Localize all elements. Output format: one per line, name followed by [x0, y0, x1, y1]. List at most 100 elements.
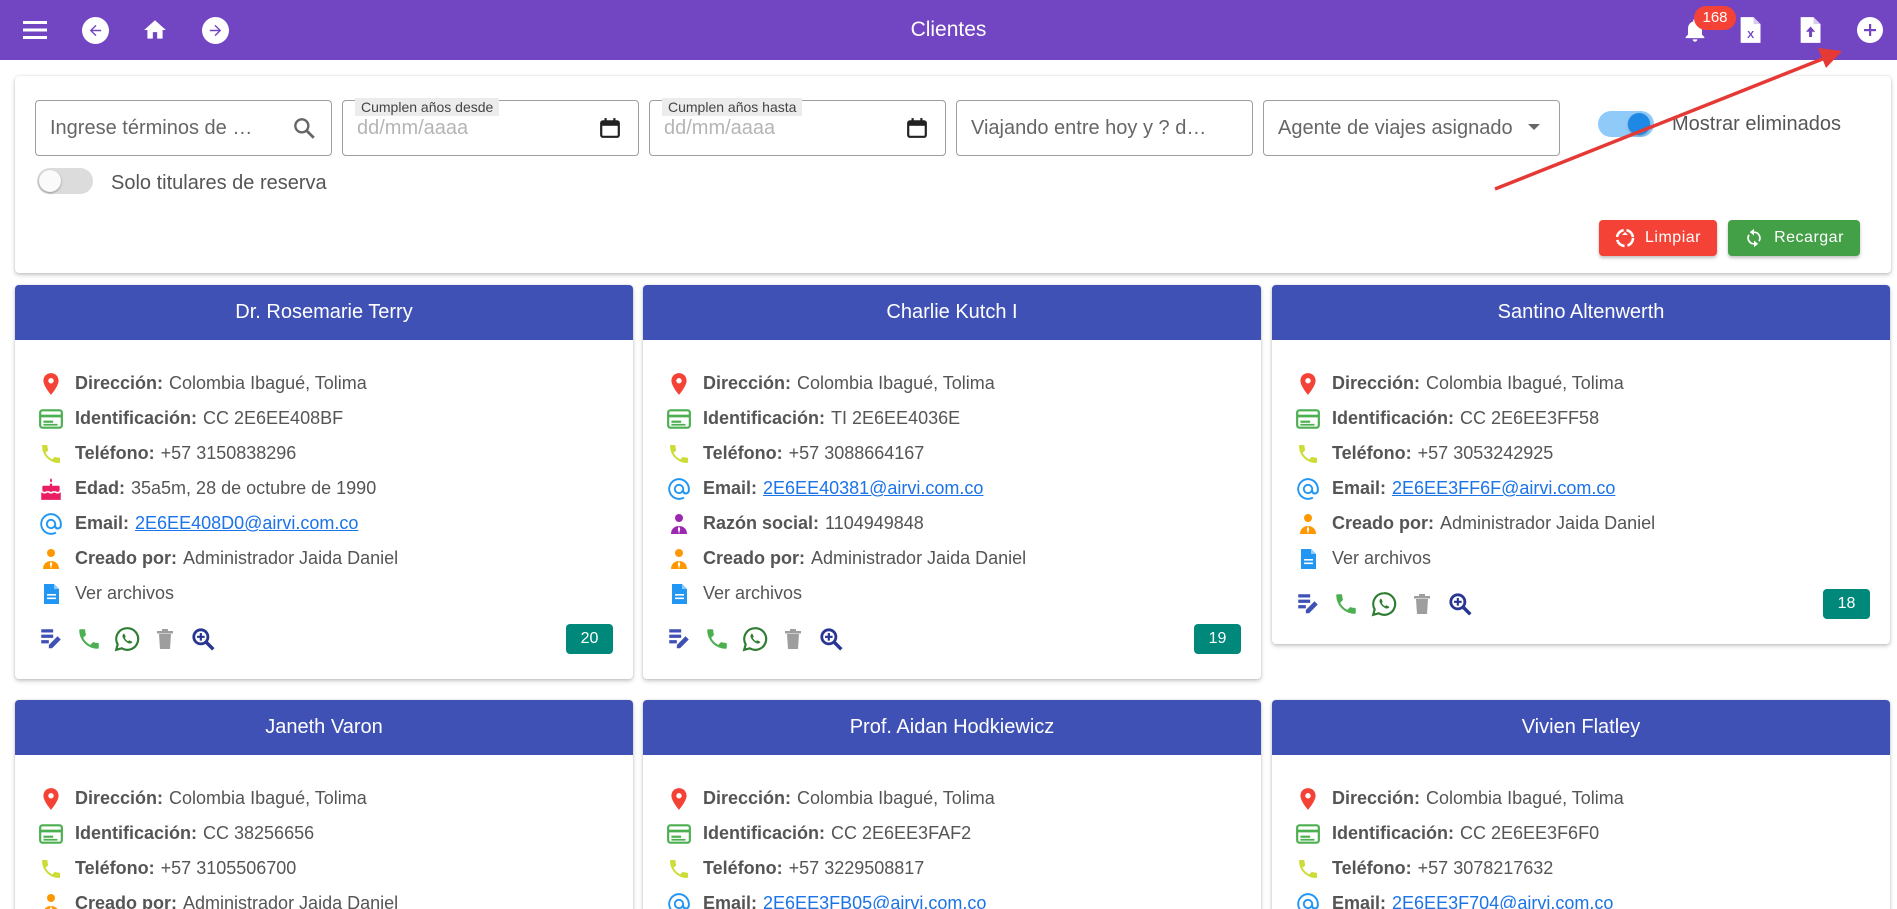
address-row: Dirección: Colombia Ibagué, Tolima [37, 366, 633, 401]
client-card: Janeth Varon Dirección: Colombia Ibagué, … [15, 700, 633, 909]
email-row: Email: 2E6EE40381@airvi.com.co [665, 471, 1261, 506]
phone-row: Teléfono: +57 3105506700 [37, 851, 633, 886]
traveling-days-placeholder: Viajando entre hoy y ? d… [971, 117, 1207, 139]
phone-row: Teléfono: +57 3229508817 [665, 851, 1261, 886]
document-icon [37, 580, 65, 608]
calendar-icon[interactable] [906, 117, 932, 143]
view-files-row[interactable]: Ver archivos [37, 576, 633, 611]
id-row: Identificación: CC 2E6EE3FF58 [1294, 401, 1890, 436]
email-at-icon [1294, 475, 1322, 503]
person-icon [1294, 510, 1322, 538]
add-client-icon[interactable] [1852, 12, 1888, 48]
file-upload-icon[interactable] [1792, 12, 1828, 48]
card-actions: 18 [1294, 584, 1890, 624]
traveling-days-input[interactable]: Viajando entre hoy y ? d… [956, 100, 1253, 156]
clear-button-label: Limpiar [1645, 229, 1701, 246]
calendar-icon[interactable] [599, 117, 625, 143]
birthday-from-placeholder: dd/mm/aaaa [357, 117, 469, 139]
email-link[interactable]: 2E6EE3FB05@airvi.com.co [763, 893, 986, 909]
id-card-icon [37, 820, 65, 848]
phone-row: Teléfono: +57 3088664167 [665, 436, 1261, 471]
zoom-in-icon[interactable] [189, 625, 217, 653]
call-icon[interactable] [703, 625, 731, 653]
edit-icon[interactable] [37, 625, 65, 653]
email-link[interactable]: 2E6EE3FF6F@airvi.com.co [1392, 478, 1615, 499]
card-actions: 20 [37, 619, 633, 659]
show-deleted-toggle[interactable] [1598, 111, 1654, 137]
call-icon[interactable] [75, 625, 103, 653]
back-arrow-icon[interactable] [77, 12, 113, 48]
home-icon[interactable] [137, 12, 173, 48]
created-by-value: Administrador Jaida Daniel [183, 893, 399, 909]
id-card-icon [1294, 405, 1322, 433]
location-pin-icon [37, 785, 65, 813]
id-value: CC 38256656 [203, 823, 315, 843]
address-value: Colombia Ibagué, Tolima [169, 373, 367, 393]
email-at-icon [665, 475, 693, 503]
delete-icon[interactable] [1408, 590, 1436, 618]
notification-count-badge: 168 [1694, 6, 1736, 30]
phone-icon [665, 855, 693, 883]
travel-agent-select[interactable]: Agente de viajes asignado [1263, 100, 1560, 156]
whatsapp-icon[interactable] [1370, 590, 1398, 618]
delete-icon[interactable] [151, 625, 179, 653]
search-icon[interactable] [291, 115, 317, 141]
clear-button[interactable]: Limpiar [1599, 220, 1717, 256]
whatsapp-icon[interactable] [113, 625, 141, 653]
id-value: CC 2E6EE408BF [203, 408, 344, 428]
address-row: Dirección: Colombia Ibagué, Tolima [665, 366, 1261, 401]
whatsapp-icon[interactable] [741, 625, 769, 653]
app-bar: Clientes 168 X [0, 0, 1897, 60]
created-by-row: Creado por: Administrador Jaida Daniel [1294, 506, 1890, 541]
person-icon [37, 545, 65, 573]
id-value: CC 2E6EE3FAF2 [831, 823, 972, 843]
menu-icon[interactable] [17, 12, 53, 48]
only-holders-toggle[interactable] [37, 168, 93, 194]
filter-panel: Ingrese términos de … Cumplen años desde… [15, 76, 1891, 273]
age-value: 35a5m, 28 de octubre de 1990 [131, 478, 377, 498]
client-name: Prof. Aidan Hodkiewicz [643, 700, 1261, 755]
svg-text:X: X [1747, 29, 1754, 41]
search-input[interactable]: Ingrese términos de … [35, 100, 332, 156]
email-row: Email: 2E6EE3FB05@airvi.com.co [665, 886, 1261, 909]
call-icon[interactable] [1332, 590, 1360, 618]
client-name: Dr. Rosemarie Terry [15, 285, 633, 340]
forward-arrow-icon[interactable] [197, 12, 233, 48]
birthday-to-date-field[interactable]: Cumplen años hasta dd/mm/aaaa [649, 98, 946, 156]
id-row: Identificación: CC 2E6EE3F6F0 [1294, 816, 1890, 851]
email-link[interactable]: 2E6EE3F704@airvi.com.co [1392, 893, 1613, 909]
location-pin-icon [37, 370, 65, 398]
view-files-link[interactable]: Ver archivos [703, 583, 802, 604]
birthday-cake-icon [37, 475, 65, 503]
delete-icon[interactable] [779, 625, 807, 653]
client-card: Dr. Rosemarie Terry Dirección: Colombia I… [15, 285, 633, 679]
address-row: Dirección: Colombia Ibagué, Tolima [665, 781, 1261, 816]
view-files-row[interactable]: Ver archivos [665, 576, 1261, 611]
view-files-link[interactable]: Ver archivos [1332, 548, 1431, 569]
zoom-in-icon[interactable] [1446, 590, 1474, 618]
email-link[interactable]: 2E6EE408D0@airvi.com.co [135, 513, 358, 534]
count-badge: 19 [1194, 624, 1241, 654]
id-row: Identificación: CC 2E6EE3FAF2 [665, 816, 1261, 851]
id-row: Identificación: CC 38256656 [37, 816, 633, 851]
zoom-in-icon[interactable] [817, 625, 845, 653]
client-card: Charlie Kutch I Dirección: Colombia Ibagu… [643, 285, 1261, 679]
edit-icon[interactable] [1294, 590, 1322, 618]
id-card-icon [37, 405, 65, 433]
travel-agent-placeholder: Agente de viajes asignado [1278, 117, 1513, 139]
email-link[interactable]: 2E6EE40381@airvi.com.co [763, 478, 983, 499]
birthday-from-date-field[interactable]: Cumplen años desde dd/mm/aaaa [342, 98, 639, 156]
phone-value: +57 3105506700 [160, 858, 297, 878]
id-card-icon [665, 405, 693, 433]
created-by-value: Administrador Jaida Daniel [1440, 513, 1656, 533]
card-actions: 19 [665, 619, 1261, 659]
excel-export-icon[interactable]: X [1732, 12, 1768, 48]
dropdown-arrow-icon[interactable] [1526, 119, 1552, 145]
edit-icon[interactable] [665, 625, 693, 653]
view-files-row[interactable]: Ver archivos [1294, 541, 1890, 576]
client-name: Vivien Flatley [1272, 700, 1890, 755]
client-card: Vivien Flatley Dirección: Colombia Ibagué… [1272, 700, 1890, 909]
view-files-link[interactable]: Ver archivos [75, 583, 174, 604]
reload-button-label: Recargar [1774, 229, 1844, 246]
reload-button[interactable]: Recargar [1728, 220, 1860, 256]
